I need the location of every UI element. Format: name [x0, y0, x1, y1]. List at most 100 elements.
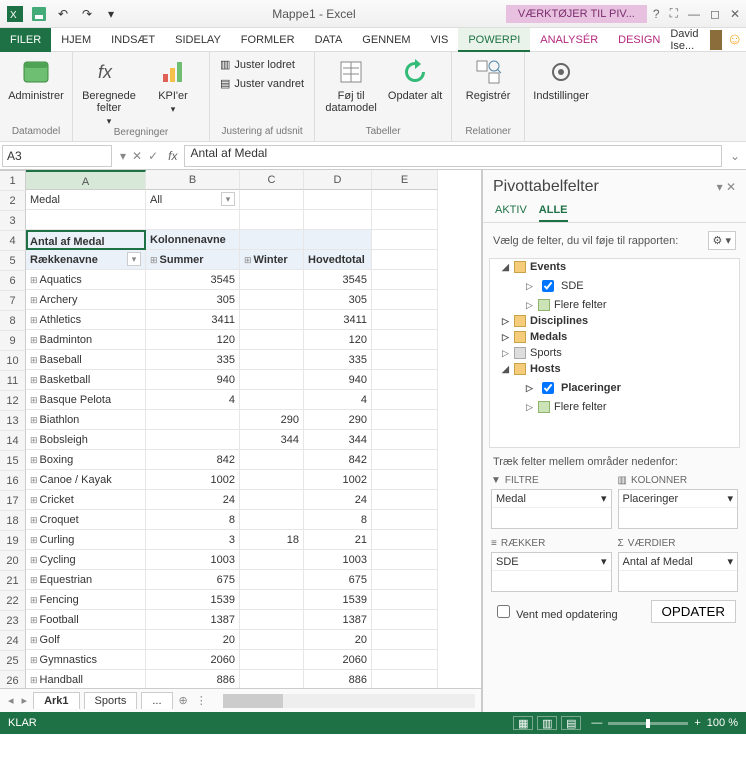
cell[interactable]: ⊞Cricket	[26, 490, 146, 510]
redo-icon[interactable]: ↷	[76, 3, 98, 25]
align-vertical-button[interactable]: ▥Juster lodret	[216, 56, 308, 73]
pane-gear-icon[interactable]: ⚙ ▾	[708, 231, 736, 250]
qat-dropdown-icon[interactable]: ▾	[100, 3, 122, 25]
fx-label-icon[interactable]: fx	[164, 149, 181, 163]
value-item-antal[interactable]: Antal af Medal▾	[619, 553, 738, 571]
cell[interactable]: 290	[304, 410, 372, 430]
cell[interactable]: 1003	[146, 550, 240, 570]
cell[interactable]: 344	[304, 430, 372, 450]
cell[interactable]	[372, 430, 438, 450]
cell[interactable]	[372, 670, 438, 688]
tab-insert[interactable]: INDSÆT	[101, 28, 165, 52]
view-normal-icon[interactable]: ▦	[513, 716, 533, 730]
area-filters-box[interactable]: Medal▾	[491, 489, 612, 529]
cell[interactable]: ⊞Basketball	[26, 370, 146, 390]
row-header[interactable]: 22	[0, 591, 26, 611]
fbar-cancel-icon[interactable]: ✕	[130, 147, 144, 165]
cell[interactable]: 675	[304, 570, 372, 590]
cell[interactable]: ⊞Archery	[26, 290, 146, 310]
zoom-out-icon[interactable]: —	[591, 717, 602, 729]
calcfields-button[interactable]: fx Beregnede felter▾	[79, 56, 139, 127]
cell[interactable]: 305	[146, 290, 240, 310]
row-header[interactable]: 7	[0, 291, 26, 311]
cell[interactable]: 20	[304, 630, 372, 650]
zoom-slider[interactable]	[608, 722, 688, 725]
cell[interactable]	[240, 550, 304, 570]
cell[interactable]: 4	[304, 390, 372, 410]
cell[interactable]: 4	[146, 390, 240, 410]
row-header[interactable]: 20	[0, 551, 26, 571]
field-sde[interactable]: ▷SDE	[490, 275, 739, 297]
excel-icon[interactable]: X	[4, 3, 26, 25]
cell[interactable]	[372, 630, 438, 650]
row-header[interactable]: 21	[0, 571, 26, 591]
row-header[interactable]: 19	[0, 531, 26, 551]
cell[interactable]	[372, 190, 438, 210]
cell[interactable]: Hovedtotal	[304, 250, 372, 270]
new-sheet-icon[interactable]: ⊕	[177, 692, 190, 709]
collapse-icon[interactable]: ◢	[502, 262, 510, 273]
administer-button[interactable]: Administrer	[6, 56, 66, 102]
cell[interactable]	[26, 210, 146, 230]
cell[interactable]	[372, 610, 438, 630]
row-header[interactable]: 9	[0, 331, 26, 351]
cell[interactable]: 8	[146, 510, 240, 530]
cell[interactable]	[372, 230, 438, 250]
field-list[interactable]: ◢Events ▷SDE ▷Flere felter ▷Disciplines …	[489, 258, 740, 448]
collapse-icon[interactable]: ◢	[502, 364, 510, 375]
zoom-in-icon[interactable]: +	[694, 717, 700, 729]
hscroll-thumb[interactable]	[223, 694, 283, 708]
cell[interactable]	[240, 210, 304, 230]
field-sports[interactable]: ▷Sports	[490, 345, 739, 361]
cell[interactable]	[372, 270, 438, 290]
field-disciplines[interactable]: ▷Disciplines	[490, 313, 739, 329]
chevron-down-icon[interactable]: ▾	[727, 555, 733, 568]
cell[interactable]: 20	[146, 630, 240, 650]
sheet-tab-ark1[interactable]: Ark1	[33, 692, 79, 709]
cell[interactable]: 3411	[304, 310, 372, 330]
user-name[interactable]: David Ise...	[670, 28, 705, 52]
cell[interactable]: ⊞Croquet	[26, 510, 146, 530]
cell[interactable]: ⊞Cycling	[26, 550, 146, 570]
cell[interactable]	[240, 390, 304, 410]
cell[interactable]: ⊞Baseball	[26, 350, 146, 370]
field-hosts[interactable]: ◢Hosts	[490, 361, 739, 377]
cell[interactable]: 3545	[146, 270, 240, 290]
tab-design[interactable]: DESIGN	[608, 28, 670, 52]
row-header[interactable]: 8	[0, 311, 26, 331]
cell[interactable]	[240, 630, 304, 650]
cell[interactable]: ⊞Equestrian	[26, 570, 146, 590]
cell[interactable]	[240, 570, 304, 590]
cell[interactable]: 1539	[146, 590, 240, 610]
cell[interactable]	[372, 450, 438, 470]
cell[interactable]: 8	[304, 510, 372, 530]
row-header[interactable]: 13	[0, 411, 26, 431]
cell[interactable]	[372, 570, 438, 590]
row-header[interactable]: 3	[0, 211, 26, 231]
cell[interactable]: 2060	[304, 650, 372, 670]
cell[interactable]: ⊞Fencing	[26, 590, 146, 610]
cell[interactable]	[240, 490, 304, 510]
cell[interactable]: 886	[304, 670, 372, 688]
cell[interactable]: 335	[304, 350, 372, 370]
chevron-down-icon[interactable]: ▾	[601, 555, 607, 568]
row-header[interactable]: 24	[0, 631, 26, 651]
tab-sidelay[interactable]: SIDELAY	[165, 28, 231, 52]
cell[interactable]: Rækkenavne▾	[26, 250, 146, 270]
cell[interactable]: 842	[146, 450, 240, 470]
cell[interactable]: 886	[146, 670, 240, 688]
cell[interactable]	[240, 350, 304, 370]
cell[interactable]: ⊞Biathlon	[26, 410, 146, 430]
cell[interactable]: 305	[304, 290, 372, 310]
defer-checkbox[interactable]	[497, 605, 510, 618]
cell[interactable]: ⊞Bobsleigh	[26, 430, 146, 450]
tab-powerpivot[interactable]: POWERPI	[458, 28, 530, 52]
defer-update[interactable]: Vent med opdatering	[493, 602, 618, 621]
cell[interactable]	[304, 190, 372, 210]
cell[interactable]: 1002	[146, 470, 240, 490]
ribbon-collapse-icon[interactable]: ⛶	[668, 4, 680, 23]
tab-gennem[interactable]: GENNEM	[352, 28, 420, 52]
minimize-icon[interactable]: —	[686, 5, 702, 23]
expand-icon[interactable]: ▷	[526, 402, 534, 413]
cell[interactable]	[240, 290, 304, 310]
